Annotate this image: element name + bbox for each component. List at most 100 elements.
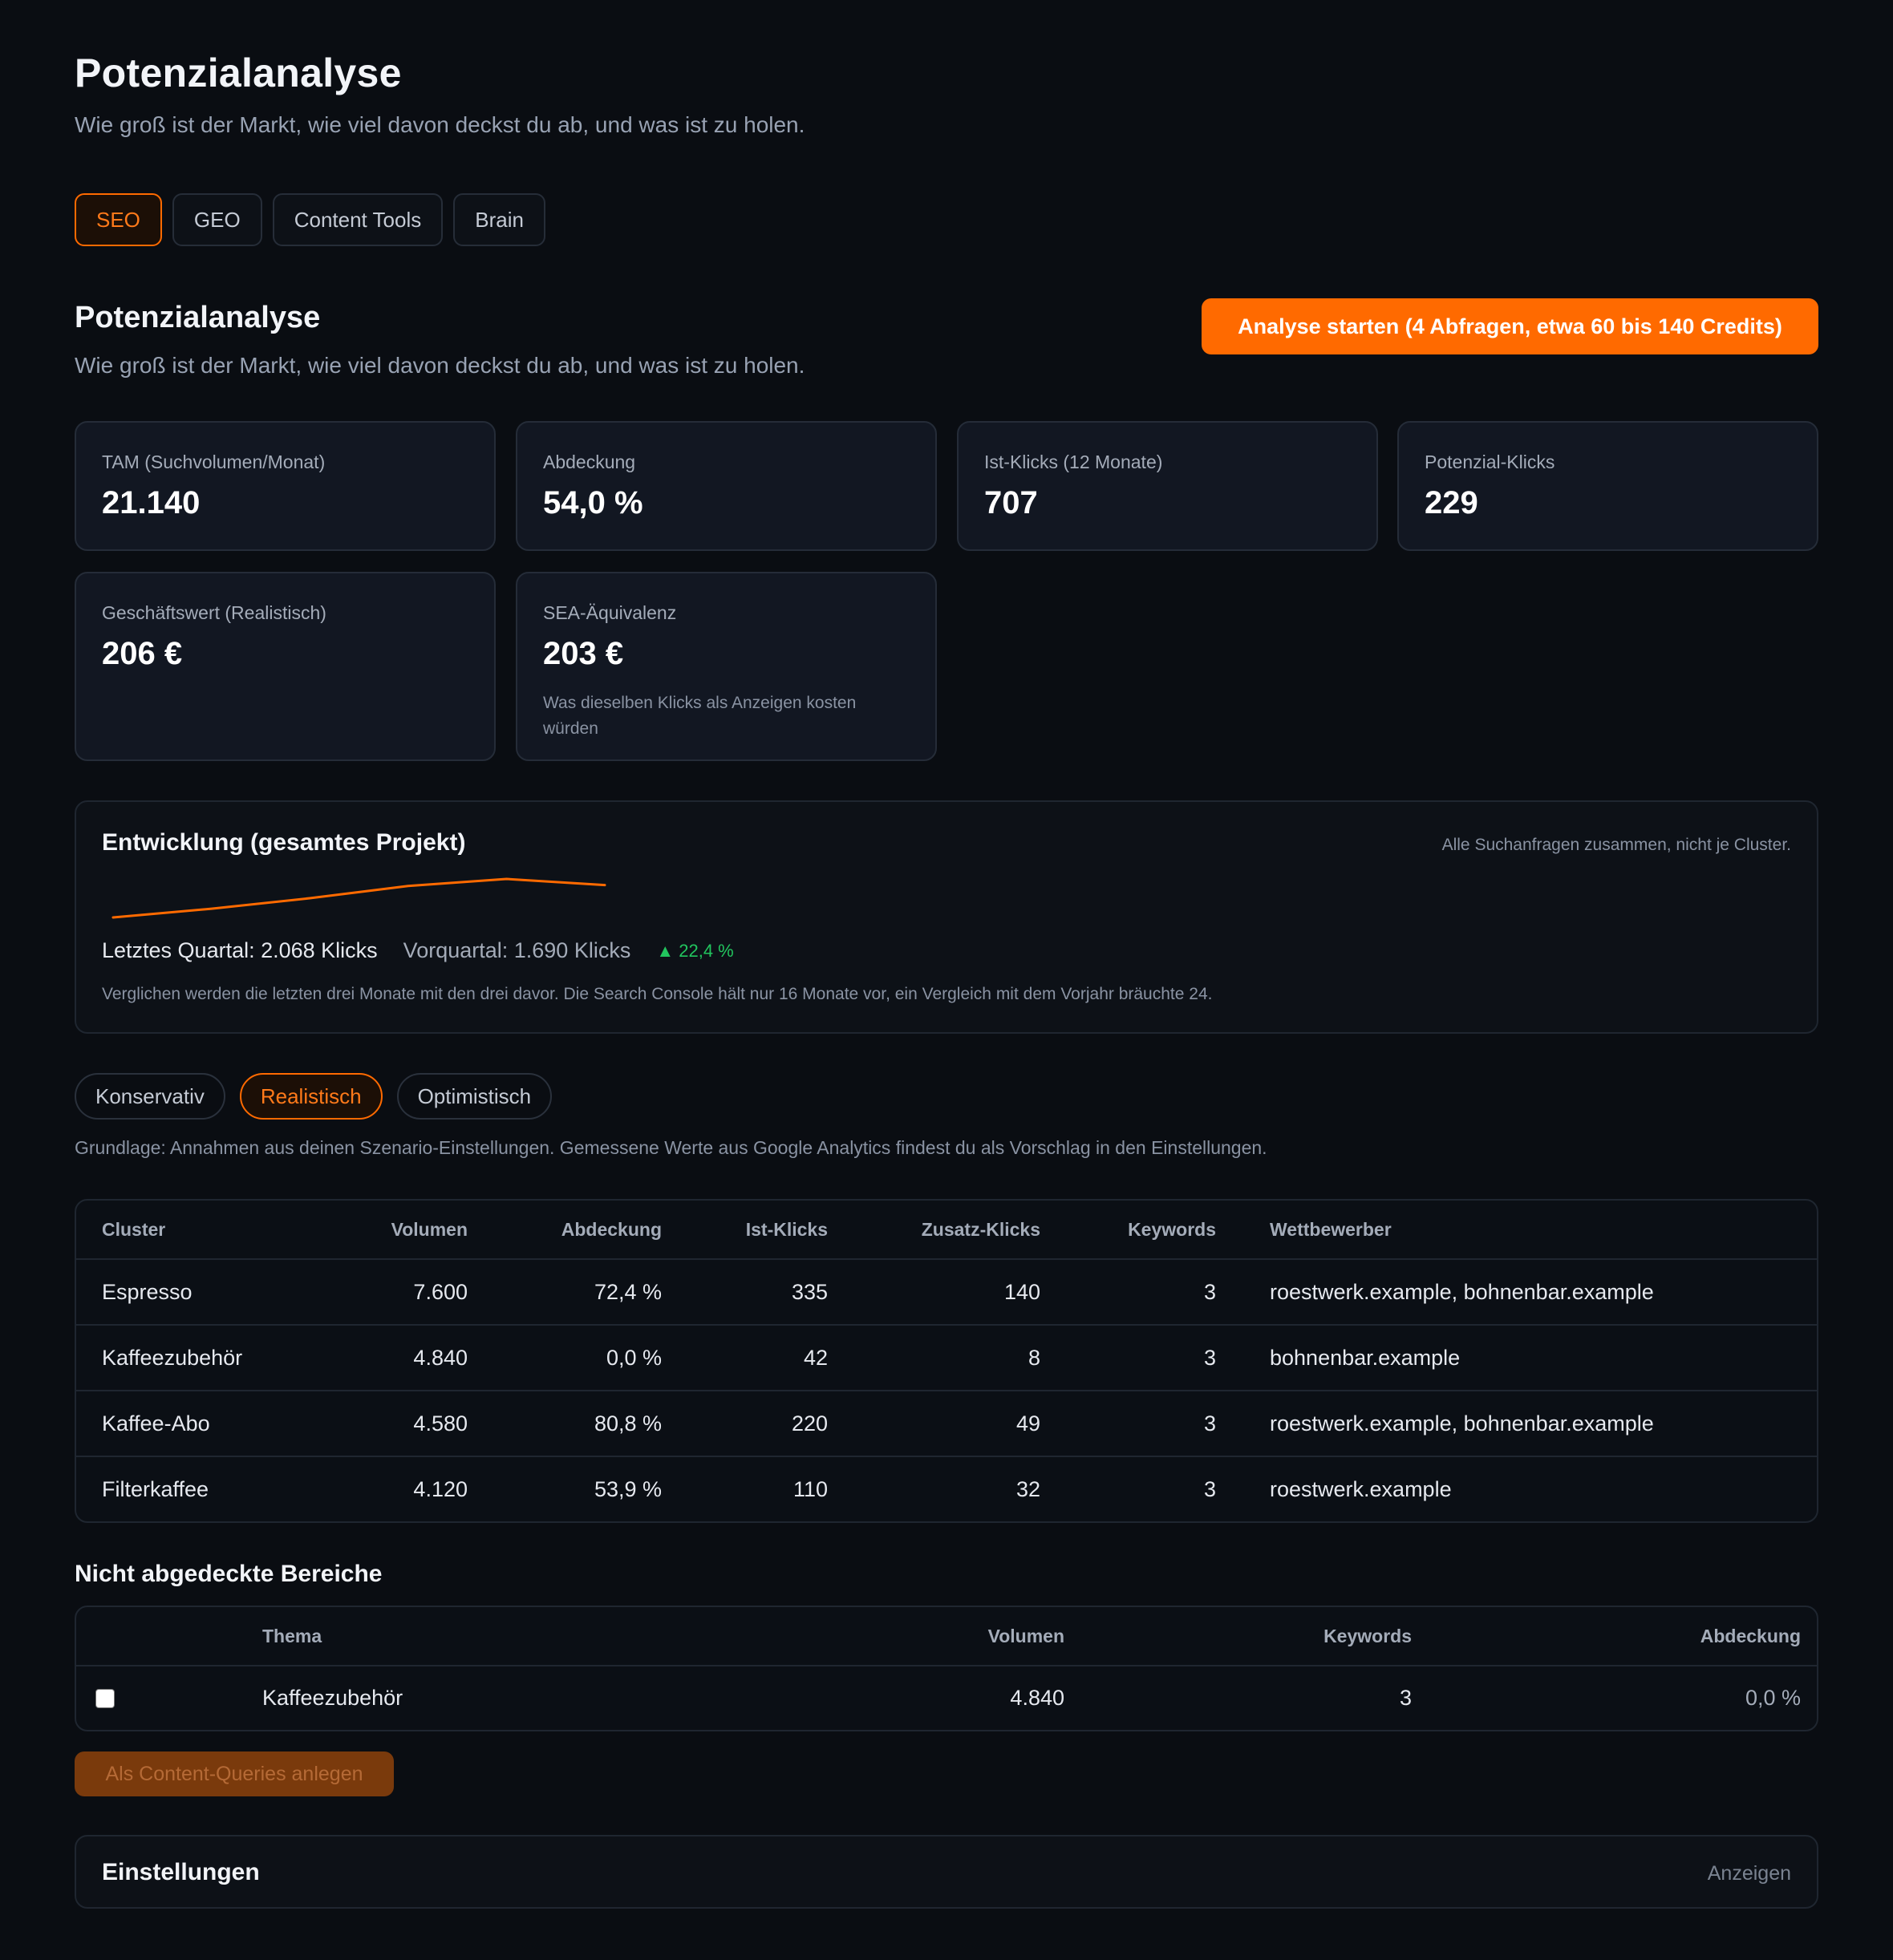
tab-brain[interactable]: Brain	[453, 193, 545, 246]
cell-extra-clicks: 140	[1003, 1279, 1040, 1304]
kpi-value: 203 €	[543, 636, 624, 671]
cluster-table: Cluster Volumen Abdeckung Ist-Klicks Zus…	[75, 1199, 1818, 1523]
cell-keywords: 3	[1203, 1476, 1216, 1501]
section-title: Potenzialanalyse	[75, 301, 321, 334]
cell-competitors: bohnenbar.example	[1270, 1345, 1461, 1370]
settings-toggle[interactable]: Anzeigen	[1708, 1862, 1791, 1885]
previous-quarter-clicks: Vorquartal: 1.690 Klicks	[403, 938, 631, 962]
tab-content-tools[interactable]: Content Tools	[272, 193, 444, 246]
kpi-card-tam: TAM (Suchvolumen/Monat) 21.140	[75, 421, 496, 551]
cell-cluster: Espresso	[102, 1279, 193, 1304]
section-subtitle: Wie groß ist der Markt, wie viel davon d…	[75, 353, 805, 378]
tab-geo[interactable]: GEO	[172, 193, 262, 246]
development-note: Verglichen werden die letzten drei Monat…	[102, 985, 1213, 1003]
cell-keywords: 3	[1399, 1686, 1412, 1710]
cell-keywords: 3	[1203, 1345, 1216, 1370]
cell-cluster: Filterkaffee	[102, 1476, 209, 1501]
kpi-label: Potenzial-Klicks	[1425, 452, 1555, 472]
last-quarter-clicks: Letztes Quartal: 2.068 Klicks	[102, 938, 378, 962]
cell-extra-clicks: 8	[1028, 1345, 1040, 1370]
cell-keywords: 3	[1203, 1279, 1216, 1304]
kpi-value: 54,0 %	[543, 485, 643, 520]
development-panel: Entwicklung (gesamtes Projekt) Alle Such…	[75, 800, 1818, 1034]
cell-volume: 4.840	[413, 1345, 468, 1370]
scenario-basis-note: Grundlage: Annahmen aus deinen Szenario-…	[75, 1137, 1267, 1158]
cell-cluster: Kaffeezubehör	[102, 1345, 243, 1370]
cell-actual-clicks: 42	[803, 1345, 828, 1370]
cell-actual-clicks: 220	[791, 1411, 828, 1436]
cell-coverage: 0,0 %	[1745, 1686, 1801, 1710]
kpi-card-coverage: Abdeckung 54,0 %	[516, 421, 937, 551]
col-keywords: Keywords	[1323, 1625, 1412, 1646]
potential-analysis-page: Potenzialanalyse Wie groß ist der Markt,…	[0, 0, 1893, 1960]
create-content-queries-button[interactable]: Als Content-Queries anlegen	[75, 1751, 394, 1796]
kpi-label: SEA-Äquivalenz	[543, 602, 677, 623]
table-row[interactable]: Filterkaffee 4.120 53,9 % 110 32 3 roest…	[76, 1456, 1817, 1521]
cell-competitors: roestwerk.example	[1270, 1476, 1452, 1501]
kpi-label: Geschäftswert (Realistisch)	[102, 602, 326, 623]
kpi-note: Was dieselben Klicks als Anzeigen kosten…	[543, 694, 857, 738]
col-extra-clicks: Zusatz-Klicks	[921, 1218, 1040, 1240]
col-coverage: Abdeckung	[1700, 1625, 1801, 1646]
cell-actual-clicks: 335	[791, 1279, 828, 1304]
kpi-value: 707	[984, 485, 1038, 520]
trend-badge: ▲ 22,4 %	[656, 940, 734, 961]
page-title: Potenzialanalyse	[75, 51, 402, 95]
cell-coverage: 80,8 %	[594, 1411, 662, 1436]
kpi-card-potential-clicks: Potenzial-Klicks 229	[1397, 421, 1818, 551]
settings-panel[interactable]: Einstellungen Anzeigen	[75, 1835, 1818, 1909]
col-actual-clicks: Ist-Klicks	[745, 1218, 828, 1240]
scenario-optimistic[interactable]: Optimistisch	[396, 1073, 553, 1120]
sparkline-series	[111, 877, 606, 919]
col-keywords: Keywords	[1128, 1218, 1216, 1240]
kpi-value: 229	[1425, 485, 1478, 520]
scenario-selector: Konservativ Realistisch Optimistisch	[75, 1073, 553, 1120]
table-header-row: Cluster Volumen Abdeckung Ist-Klicks Zus…	[76, 1201, 1817, 1258]
scenario-realistic[interactable]: Realistisch	[239, 1073, 383, 1120]
gaps-table: Thema Volumen Keywords Abdeckung Kaffeez…	[75, 1606, 1818, 1731]
cell-volume: 7.600	[413, 1279, 468, 1304]
kpi-label: Abdeckung	[543, 452, 636, 472]
module-tabs: SEO GEO Content Tools Brain	[75, 193, 545, 246]
cell-extra-clicks: 32	[1015, 1476, 1040, 1501]
cell-coverage: 0,0 %	[606, 1345, 662, 1370]
cell-competitors: roestwerk.example, bohnenbar.example	[1270, 1279, 1654, 1304]
cell-topic: Kaffeezubehör	[262, 1686, 403, 1710]
table-row[interactable]: Espresso 7.600 72,4 % 335 140 3 roestwer…	[76, 1258, 1817, 1324]
cell-coverage: 72,4 %	[594, 1279, 662, 1304]
kpi-card-actual-clicks: Ist-Klicks (12 Monate) 707	[957, 421, 1378, 551]
tab-seo[interactable]: SEO	[75, 193, 162, 246]
cell-competitors: roestwerk.example, bohnenbar.example	[1270, 1411, 1654, 1436]
kpi-value: 206 €	[102, 636, 183, 671]
cell-volume: 4.580	[413, 1411, 468, 1436]
col-cluster: Cluster	[102, 1218, 166, 1240]
kpi-card-sea-equivalent: SEA-Äquivalenz 203 € Was dieselben Klick…	[516, 572, 937, 761]
col-topic: Thema	[262, 1625, 322, 1646]
cell-coverage: 53,9 %	[594, 1476, 662, 1501]
table-row[interactable]: Kaffeezubehör 4.840 0,0 % 42 8 3 bohnenb…	[76, 1324, 1817, 1390]
row-checkbox[interactable]	[95, 1666, 115, 1730]
table-header-row: Thema Volumen Keywords Abdeckung	[76, 1607, 1817, 1665]
table-row[interactable]: Kaffee-Abo 4.580 80,8 % 220 49 3 roestwe…	[76, 1390, 1817, 1456]
cell-volume: 4.120	[413, 1476, 468, 1501]
col-competitors: Wettbewerber	[1270, 1218, 1392, 1240]
scenario-conservative[interactable]: Konservativ	[75, 1073, 225, 1120]
cell-volume: 4.840	[1010, 1686, 1064, 1710]
cell-extra-clicks: 49	[1015, 1411, 1040, 1436]
development-hint: Alle Suchanfragen zusammen, nicht je Clu…	[1441, 836, 1791, 854]
col-volume: Volumen	[987, 1625, 1064, 1646]
kpi-value: 21.140	[102, 485, 201, 520]
cell-keywords: 3	[1203, 1411, 1216, 1436]
col-coverage: Abdeckung	[561, 1218, 662, 1240]
kpi-label: Ist-Klicks (12 Monate)	[984, 452, 1163, 472]
gaps-title: Nicht abgedeckte Bereiche	[75, 1561, 383, 1587]
cell-actual-clicks: 110	[792, 1476, 828, 1501]
start-analysis-button[interactable]: Analyse starten (4 Abfragen, etwa 60 bis…	[1202, 298, 1818, 354]
kpi-label: TAM (Suchvolumen/Monat)	[102, 452, 326, 472]
col-volume: Volumen	[391, 1218, 468, 1240]
development-sparkline	[111, 877, 606, 919]
kpi-card-business-value: Geschäftswert (Realistisch) 206 €	[75, 572, 496, 761]
table-row: Kaffeezubehör 4.840 3 0,0 %	[76, 1665, 1817, 1730]
development-title: Entwicklung (gesamtes Projekt)	[102, 829, 466, 856]
page-subtitle: Wie groß ist der Markt, wie viel davon d…	[75, 112, 805, 137]
